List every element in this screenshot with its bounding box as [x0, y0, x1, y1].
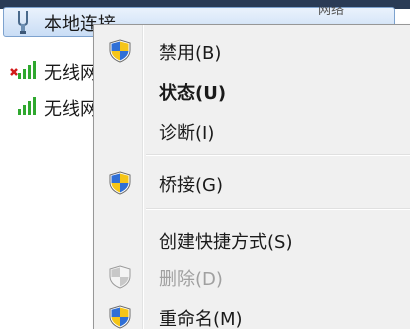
- network-adapter-icon: [14, 10, 32, 40]
- menu-item-label: 桥接(G): [159, 175, 223, 196]
- menu-item-label: 诊断(I): [159, 123, 215, 144]
- menu-item-label: 创建快捷方式(S): [159, 232, 293, 253]
- menu-item-disable[interactable]: 禁用(B): [94, 34, 410, 68]
- menu-item-label: 删除(D): [159, 269, 223, 290]
- menu-item-bridge[interactable]: 桥接(G): [94, 166, 410, 200]
- menu-separator: [146, 208, 410, 210]
- uac-shield-icon: [108, 171, 132, 195]
- menu-item-diagnose[interactable]: 诊断(I): [94, 114, 410, 148]
- menu-item-delete: 删除(D): [94, 260, 410, 294]
- connection-label: 无线网: [44, 63, 98, 84]
- uac-shield-icon: [108, 39, 132, 63]
- menu-item-label: 禁用(B): [159, 43, 222, 64]
- wifi-signal-icon: [8, 95, 40, 123]
- connection-status-text: 网络: [318, 7, 345, 17]
- uac-shield-disabled-icon: [108, 265, 132, 289]
- menu-item-label: 状态(U): [159, 83, 227, 104]
- uac-shield-icon: [108, 305, 132, 329]
- context-menu: 禁用(B) 状态(U) 诊断(I) 桥接(G) 创建快捷方式(S) 删除(D) …: [93, 24, 410, 329]
- menu-item-label: 重命名(M): [159, 309, 243, 329]
- connection-label: 无线网: [44, 99, 98, 120]
- menu-separator: [146, 154, 410, 156]
- menu-item-rename[interactable]: 重命名(M): [94, 300, 410, 329]
- wifi-signal-disabled-icon: [8, 59, 40, 87]
- network-connections-window: 本地连接 网络 无线网 无线网 禁用(B) 状态(U) 诊断(I) 桥接(G) …: [0, 0, 410, 329]
- menu-item-status[interactable]: 状态(U): [94, 74, 410, 108]
- menu-item-create-shortcut[interactable]: 创建快捷方式(S): [94, 223, 410, 257]
